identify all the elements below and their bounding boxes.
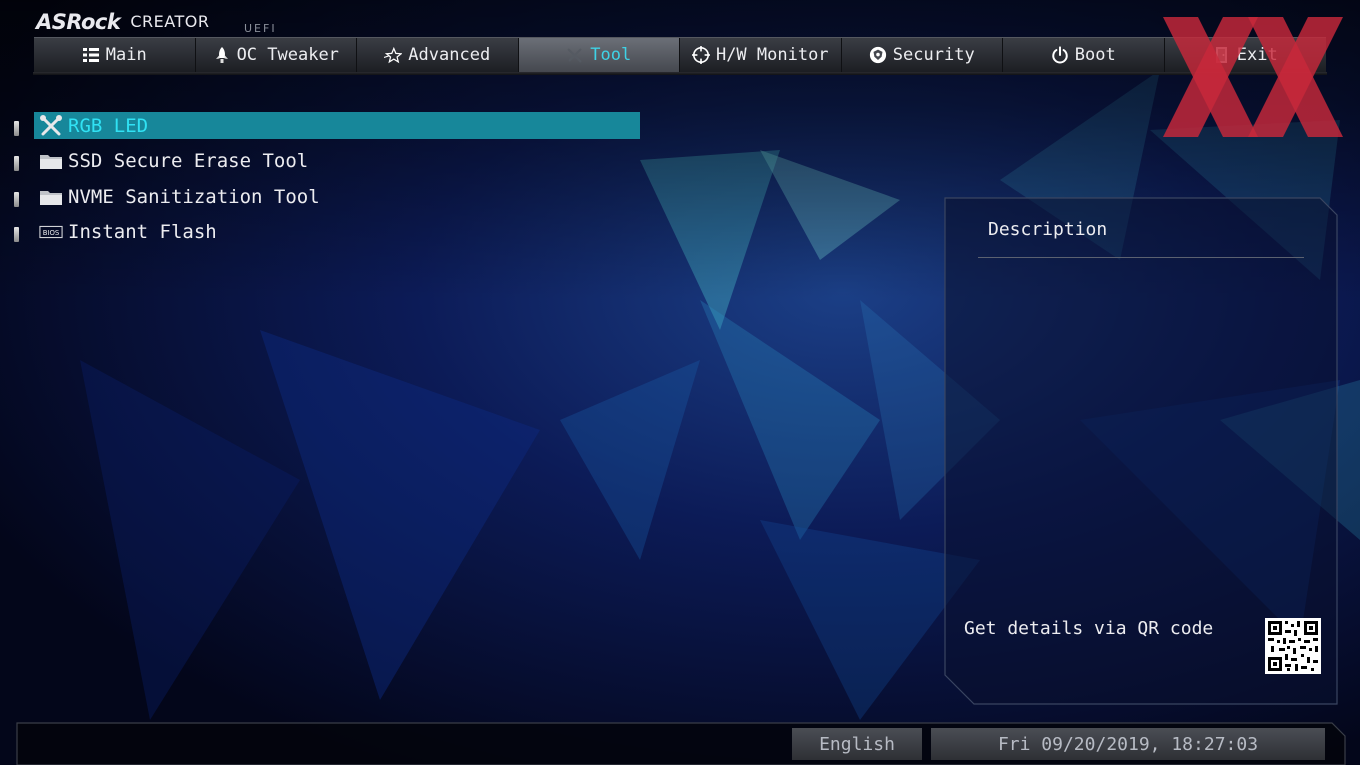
scroll-marker [14, 226, 19, 242]
exit-door-icon [1213, 46, 1231, 64]
datetime-display: Fri 09/20/2019, 18:27:03 [931, 728, 1325, 760]
bios-chip-text: BIOS [43, 229, 60, 237]
brand-logo: ASRock CREATOR UEFI [36, 4, 275, 35]
tab-tool[interactable]: Tool [518, 38, 680, 72]
brand-uefi: UEFI [244, 22, 277, 35]
folder-icon [39, 150, 63, 172]
tab-advanced[interactable]: Advanced [357, 38, 519, 72]
tab-oc-tweaker[interactable]: OC Tweaker [196, 38, 357, 72]
description-divider [978, 257, 1304, 258]
brand-name: ASRock [36, 10, 121, 34]
language-button[interactable]: English [792, 728, 922, 760]
tab-label: OC Tweaker [236, 45, 339, 65]
shield-icon [869, 46, 887, 64]
list-item-label: Instant Flash [68, 220, 217, 243]
qr-code [1265, 618, 1321, 674]
scroll-marker [14, 121, 19, 136]
tab-boot[interactable]: Boot [1003, 38, 1165, 72]
tab-label: Advanced [408, 45, 491, 65]
description-title: Description [988, 219, 1108, 240]
tab-security[interactable]: Security [842, 38, 1003, 72]
tab-label: Boot [1074, 45, 1116, 65]
tab-label: Security [892, 45, 975, 65]
rocket-icon [213, 46, 231, 64]
folder-icon [39, 186, 63, 208]
scroll-marker [14, 156, 19, 172]
tab-exit[interactable]: Exit [1165, 38, 1327, 72]
list-icon [82, 46, 100, 64]
star-icon [384, 46, 403, 64]
list-item-label: RGB LED [68, 115, 149, 137]
tab-label: Exit [1236, 45, 1278, 65]
power-icon [1051, 46, 1069, 64]
brand-edition: CREATOR [130, 12, 210, 31]
wrench-screwdriver-icon [39, 115, 63, 137]
bios-chip-icon: BIOS [39, 221, 63, 243]
qr-details-text: Get details via QR code [964, 618, 1214, 639]
tab-main[interactable]: Main [34, 38, 196, 72]
main-menu-bar: Main OC Tweaker Advanced Tool H/W Monito… [33, 37, 1327, 75]
crosshair-icon [691, 46, 710, 64]
tools-icon [566, 46, 584, 64]
list-item-label: NVME Sanitization Tool [68, 185, 320, 208]
tab-label: H/W Monitor [715, 45, 829, 65]
tab-label: Main [105, 45, 147, 65]
tab-label: Tool [590, 45, 632, 65]
scroll-marker [14, 191, 19, 207]
list-item-label: SSD Secure Erase Tool [68, 150, 309, 173]
tab-hw-monitor[interactable]: H/W Monitor [680, 38, 842, 72]
